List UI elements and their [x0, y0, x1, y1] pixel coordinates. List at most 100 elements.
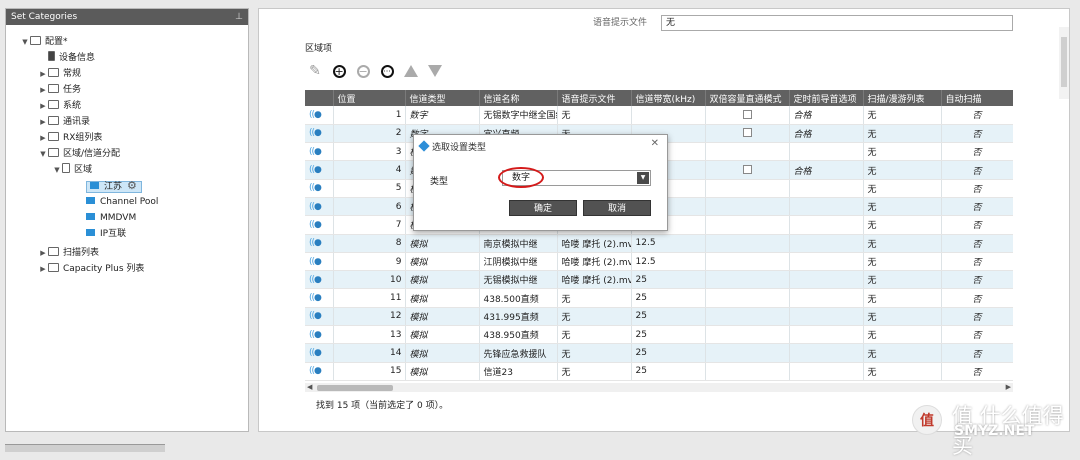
tree-item[interactable]: ▼ 配置*: [20, 34, 68, 50]
tree-item-content[interactable]: 常规: [48, 68, 81, 79]
cell-pos[interactable]: 15: [333, 362, 406, 381]
cell-pre[interactable]: [789, 142, 864, 162]
chevron-right-icon[interactable]: ▶: [38, 82, 48, 98]
tree-item[interactable]: IP互联: [76, 226, 126, 242]
cell-type[interactable]: 模拟: [405, 307, 480, 327]
cell-scan[interactable]: 无: [863, 215, 942, 235]
tree-item-content[interactable]: 任务: [48, 84, 81, 95]
type-select[interactable]: 数字 ▼: [498, 167, 651, 188]
cell-scan[interactable]: 无: [863, 160, 942, 180]
tree-item[interactable]: ▶ RX组列表: [38, 130, 102, 146]
cell-auto[interactable]: 否: [941, 234, 1013, 253]
chevron-down-icon[interactable]: ▼: [637, 172, 649, 184]
cell-pos[interactable]: 11: [333, 288, 406, 308]
column-header[interactable]: 信道类型: [405, 90, 480, 106]
tree-item-content[interactable]: 配置*: [30, 36, 68, 47]
tree-item-content[interactable]: 区域: [62, 163, 92, 175]
tree-item[interactable]: ▶ Capacity Plus 列表: [38, 261, 144, 277]
cell-name[interactable]: 江阴模拟中继: [479, 252, 558, 272]
tree-item-content[interactable]: IP互联: [86, 229, 126, 239]
cell-voice[interactable]: 哈喽 摩托 (2).mva: [557, 234, 632, 253]
cell-auto[interactable]: 否: [941, 215, 1013, 235]
cell-name[interactable]: 无锡数字中继全国组: [479, 106, 558, 125]
gear-icon[interactable]: ⚙: [127, 179, 137, 192]
column-header[interactable]: 信道名称: [479, 90, 558, 106]
cell-pos[interactable]: 2: [333, 124, 406, 144]
cell-dual[interactable]: [705, 307, 790, 327]
cell-voice[interactable]: 哈喽 摩托 (2).mva: [557, 270, 632, 290]
cell-pre[interactable]: [789, 215, 864, 235]
cell-scan[interactable]: 无: [863, 234, 942, 253]
tree-item-content[interactable]: RX组列表: [48, 132, 102, 143]
tree-item-content[interactable]: 江苏 ⚙: [86, 179, 142, 193]
cell-voice[interactable]: 无: [557, 343, 632, 363]
chevron-down-icon[interactable]: ▼: [38, 146, 48, 162]
cell-bw[interactable]: 25: [631, 325, 706, 345]
cancel-button[interactable]: 取消: [583, 200, 651, 216]
cell-pre[interactable]: [789, 307, 864, 327]
chevron-right-icon[interactable]: ▶: [38, 130, 48, 146]
add-icon[interactable]: +: [329, 61, 349, 81]
cell-bw[interactable]: 25: [631, 343, 706, 363]
cell-dual[interactable]: [705, 106, 790, 125]
cell-pre[interactable]: [789, 325, 864, 345]
cell-auto[interactable]: 否: [941, 343, 1013, 363]
cell-pos[interactable]: 7: [333, 215, 406, 235]
remove-icon[interactable]: −: [353, 61, 373, 81]
tree-item[interactable]: 设备信息: [38, 50, 95, 66]
cell-scan[interactable]: 无: [863, 179, 942, 198]
tree-item-content[interactable]: 扫描列表: [48, 247, 99, 258]
cell-type[interactable]: 模拟: [405, 270, 480, 290]
cell-name[interactable]: 431.995直频: [479, 307, 558, 327]
tree-item[interactable]: 江苏 ⚙: [76, 178, 142, 194]
cell-scan[interactable]: 无: [863, 270, 942, 290]
cell-auto[interactable]: 否: [941, 124, 1013, 144]
table-row[interactable]: ((● 1 数字 无锡数字中继全国组无合格无否: [305, 106, 1013, 125]
column-header[interactable]: 语音提示文件: [557, 90, 632, 106]
cell-bw[interactable]: 12.5: [631, 234, 706, 253]
chevron-right-icon[interactable]: ▶: [38, 114, 48, 130]
cell-auto[interactable]: 否: [941, 197, 1013, 217]
horizontal-scrollbar[interactable]: ◀ ▶: [305, 383, 1013, 392]
move-down-icon[interactable]: [425, 61, 445, 81]
chevron-right-icon[interactable]: ▶: [38, 245, 48, 261]
cell-scan[interactable]: 无: [863, 362, 942, 381]
cell-pre[interactable]: [789, 179, 864, 198]
tree-item[interactable]: ▼ 区域: [52, 162, 92, 178]
tree-item[interactable]: MMDVM: [76, 210, 136, 226]
tree-item[interactable]: ▶ 常规: [38, 66, 81, 82]
cell-type[interactable]: 模拟: [405, 234, 480, 253]
cell-dual[interactable]: [705, 288, 790, 308]
cell-name[interactable]: 无锡模拟中继: [479, 270, 558, 290]
cell-pos[interactable]: 9: [333, 252, 406, 272]
cell-name[interactable]: 438.950直频: [479, 325, 558, 345]
tree-item-content[interactable]: Capacity Plus 列表: [48, 263, 144, 274]
cell-auto[interactable]: 否: [941, 160, 1013, 180]
cell-bw[interactable]: 12.5: [631, 252, 706, 272]
tree-item[interactable]: ▶ 系统: [38, 98, 81, 114]
chevron-down-icon[interactable]: ▼: [52, 162, 62, 178]
cell-scan[interactable]: 无: [863, 252, 942, 272]
cell-auto[interactable]: 否: [941, 362, 1013, 381]
pencil-icon[interactable]: ✎: [305, 61, 325, 81]
close-icon[interactable]: ✕: [651, 138, 659, 149]
column-header[interactable]: [305, 90, 334, 106]
cell-pos[interactable]: 14: [333, 343, 406, 363]
cell-scan[interactable]: 无: [863, 288, 942, 308]
checkbox[interactable]: [742, 109, 752, 119]
scroll-right-icon[interactable]: ▶: [1006, 383, 1011, 392]
cell-type[interactable]: 数字: [405, 106, 480, 125]
cell-scan[interactable]: 无: [863, 325, 942, 345]
column-header[interactable]: 双倍容量直通模式: [705, 90, 790, 106]
cell-pos[interactable]: 10: [333, 270, 406, 290]
tree-item-content[interactable]: 区域/信道分配: [48, 148, 120, 159]
cell-name[interactable]: 南京模拟中继: [479, 234, 558, 253]
cell-type[interactable]: 模拟: [405, 288, 480, 308]
cell-pre[interactable]: [789, 234, 864, 253]
column-header[interactable]: 扫描/漫游列表: [863, 90, 942, 106]
pin-icon[interactable]: ⊥: [235, 9, 243, 25]
cell-auto[interactable]: 否: [941, 252, 1013, 272]
cell-scan[interactable]: 无: [863, 307, 942, 327]
cell-pos[interactable]: 4: [333, 160, 406, 180]
cell-dual[interactable]: [705, 362, 790, 381]
